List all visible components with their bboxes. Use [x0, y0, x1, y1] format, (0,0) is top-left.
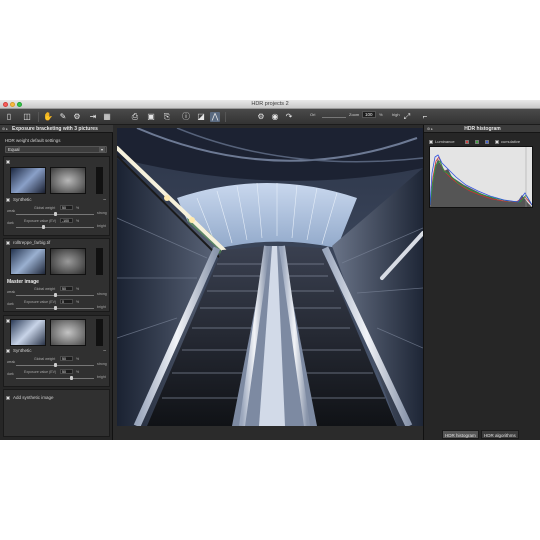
card-1-global-weight-input[interactable]: 50 [60, 205, 73, 210]
master-image-label: Master image [7, 279, 39, 285]
card-3-weight-map [50, 319, 86, 346]
card-1-type-label: Synthetic [13, 197, 32, 202]
card-3-type-label: Synthetic [13, 348, 32, 353]
green-channel-checkbox[interactable] [475, 140, 479, 144]
info-icon[interactable]: ▦ [102, 112, 112, 122]
card-3-remove-icon[interactable]: – [103, 348, 106, 354]
window-title: HDR projects 2 [251, 101, 289, 107]
tab-hdr-algorithms[interactable]: HDR algorithms [481, 430, 519, 439]
save-icon[interactable]: ▣ [146, 112, 156, 122]
hand-tool-icon[interactable]: ✋ [43, 112, 53, 122]
add-synthetic-card[interactable]: Add synthetic image [3, 389, 110, 437]
histogram-panel-header[interactable]: HDR histogram [424, 125, 540, 133]
escalator-photo [117, 128, 423, 426]
card-1-remove-icon[interactable]: – [103, 197, 106, 203]
add-synthetic-checkbox[interactable] [6, 396, 10, 400]
share-icon[interactable]: ⇥ [88, 112, 98, 122]
card-3-global-weight-input[interactable]: 50 [60, 356, 73, 361]
card-1-side-preview [96, 167, 103, 194]
card-3-synthetic-checkbox[interactable] [6, 349, 10, 353]
card-1-exposure-input[interactable]: -100 [60, 218, 73, 223]
open-file-icon[interactable]: ▯ [4, 112, 14, 122]
blue-channel-checkbox[interactable] [485, 140, 489, 144]
app-window: HDR projects 2 ▯ ◫ ✋ ✎ ⚙ ⇥ ▦ ⎙ ▣ ⎘ ⓘ ◪ ⋀… [0, 100, 540, 440]
weight-section-label: HDR weight default settings [5, 138, 61, 143]
right-panel: HDR histogram ⚙ ▸ Luminance cumulative H… [423, 125, 540, 440]
crop-icon[interactable]: ⌐ [420, 112, 430, 122]
title-bar: HDR projects 2 [0, 100, 540, 109]
image-card-master: rolltreppe_farbig.tif Master image Globa… [3, 238, 110, 312]
card-1-exposure-knob[interactable] [42, 225, 45, 229]
image-card-3: Synthetic – Global weight 50 % weak stro… [3, 315, 110, 387]
compare-icon[interactable]: ◪ [196, 112, 206, 122]
card-2-exposure-input[interactable]: 0 [60, 299, 73, 304]
card-2-weight-map [50, 248, 86, 275]
card-3-exposure-knob[interactable] [70, 376, 73, 380]
ori-slider-track[interactable] [322, 117, 346, 118]
weight-preset-select[interactable]: Equal ▾ [5, 146, 107, 153]
card-1-checkbox[interactable] [6, 160, 10, 164]
print-icon[interactable]: ⎘ [162, 112, 172, 122]
high-label: high [392, 112, 400, 117]
histogram-graph [429, 147, 533, 207]
settings-icon[interactable]: ⚙ [256, 112, 266, 122]
image-canvas[interactable] [117, 128, 423, 426]
gear-tool-icon[interactable]: ⚙ [72, 112, 82, 122]
left-panel: Exposure bracketing with 3 pictures ⚙ ▸ … [0, 125, 113, 440]
export-icon[interactable]: ⎙ [130, 112, 140, 122]
card-2-checkbox[interactable] [6, 241, 10, 245]
luminance-label: Luminance [435, 139, 455, 144]
histogram-chart [429, 146, 533, 208]
zoom-label: Zoom [349, 112, 360, 117]
brush-tool-icon[interactable]: ✎ [58, 112, 68, 122]
histogram-options: Luminance cumulative [429, 138, 533, 146]
card-2-global-weight-knob[interactable] [54, 293, 57, 297]
panel-menu-icon[interactable]: ⚙ ▸ [427, 127, 433, 131]
card-3-global-weight-knob[interactable] [54, 363, 57, 367]
card-2-thumbnail[interactable] [10, 248, 46, 275]
card-1-global-weight-label: Global weight [34, 206, 56, 210]
card-3-side-preview [96, 319, 103, 346]
histogram-toggle-icon[interactable]: ⋀ [210, 112, 220, 122]
chevron-down-icon: ▾ [99, 147, 105, 152]
zoom-input[interactable]: 100 [362, 111, 376, 118]
card-1-global-weight-knob[interactable] [54, 212, 57, 216]
cumulative-label: cumulative [501, 139, 521, 144]
card-2-file-name: rolltreppe_farbig.tif [13, 240, 51, 245]
card-3-thumbnail[interactable] [10, 319, 46, 346]
luminance-checkbox[interactable] [429, 140, 433, 144]
zoom-percent: % [379, 112, 383, 117]
red-channel-checkbox[interactable] [465, 140, 469, 144]
main-toolbar: ▯ ◫ ✋ ✎ ⚙ ⇥ ▦ ⎙ ▣ ⎘ ⓘ ◪ ⋀ ⚙ ◉ ↷ Ori Zoom… [0, 109, 540, 125]
zoom-fit-icon[interactable]: ⤢ [402, 112, 412, 122]
redo-icon[interactable]: ↷ [284, 112, 294, 122]
canvas-footer [117, 426, 423, 440]
exposure-bracketing-header[interactable]: Exposure bracketing with 3 pictures [0, 125, 113, 133]
card-1-thumbnail[interactable] [10, 167, 46, 194]
card-3-exposure-input[interactable]: 50 [60, 369, 73, 374]
card-1-exposure-slider[interactable] [16, 227, 94, 228]
stack-icon[interactable]: ◉ [270, 112, 280, 122]
card-2-side-preview [96, 248, 103, 275]
panel-menu-icon[interactable]: ⚙ ▸ [2, 127, 8, 131]
layout-icon[interactable]: ◫ [22, 112, 32, 122]
card-2-global-weight-input[interactable]: 50 [60, 286, 73, 291]
image-card-1: Synthetic – Global weight 50 % weak stro… [3, 156, 110, 236]
card-1-synthetic-checkbox[interactable] [6, 198, 10, 202]
ori-label: Ori [310, 112, 316, 117]
card-2-exposure-knob[interactable] [54, 306, 57, 310]
about-icon[interactable]: ⓘ [181, 112, 191, 122]
card-1-weight-map [50, 167, 86, 194]
card-3-exposure-slider[interactable] [16, 378, 94, 379]
cumulative-checkbox[interactable] [495, 140, 499, 144]
tab-hdr-histogram[interactable]: HDR histogram [442, 430, 479, 439]
add-synthetic-label: Add synthetic image [13, 395, 54, 400]
